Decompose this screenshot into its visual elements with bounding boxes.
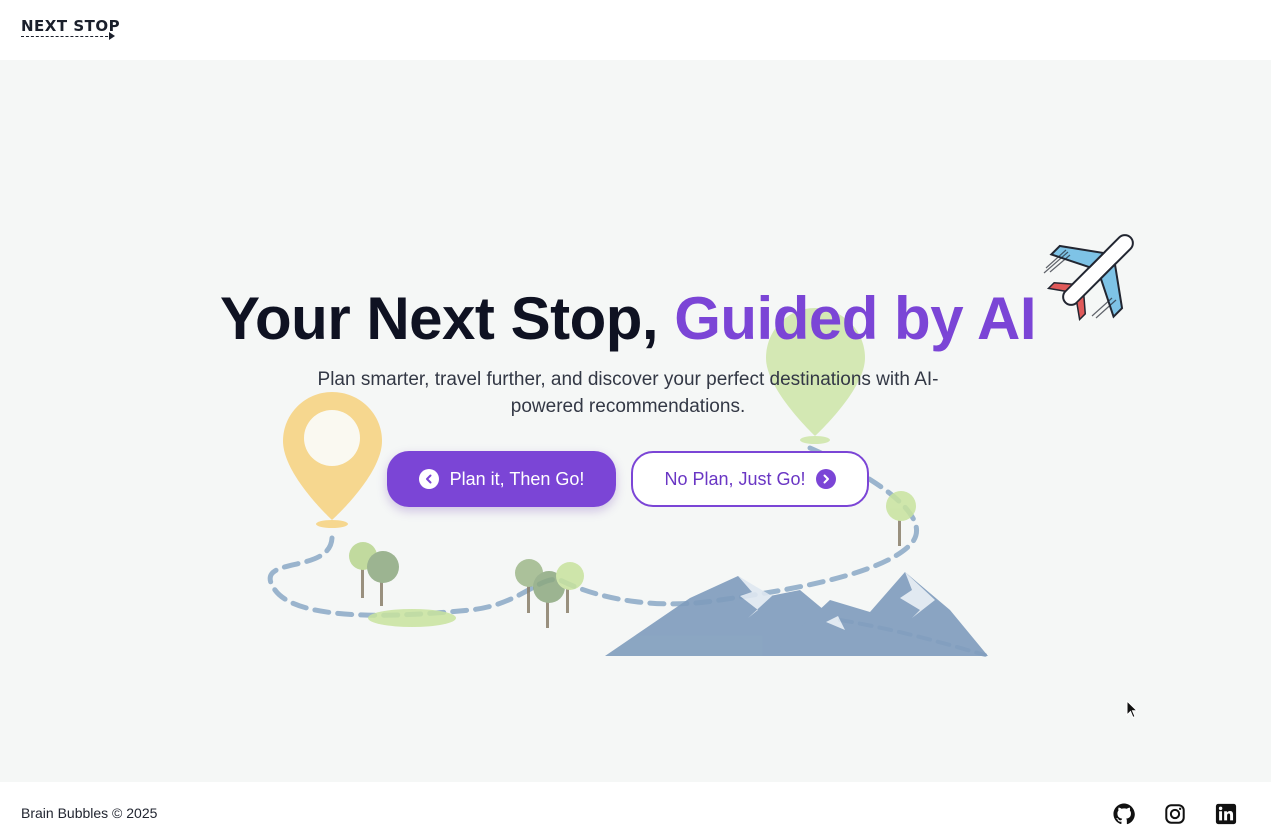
- header: NEXT STOP: [0, 0, 1271, 60]
- hero-title-main: Your Next Stop,: [219, 285, 675, 352]
- copyright-text: Brain Bubbles © 2025: [21, 805, 158, 821]
- logo-text: NEXT STOP: [21, 17, 121, 35]
- plan-it-button[interactable]: Plan it, Then Go!: [387, 451, 616, 507]
- mountains-icon: [605, 572, 988, 656]
- linkedin-icon[interactable]: [1215, 803, 1237, 825]
- hero-title-accent: Guided by AI: [674, 285, 1037, 352]
- tree-right-icon: [886, 491, 916, 546]
- hero-title: Your Next Stop, Guided by AI: [0, 283, 1256, 355]
- mouse-cursor-icon: [1126, 700, 1139, 719]
- bush-icon: [368, 609, 456, 627]
- dashed-trail-lower: [838, 618, 987, 657]
- chevron-right-icon: [815, 469, 836, 489]
- plan-it-button-label: Plan it, Then Go!: [449, 468, 585, 489]
- logo-arrow-icon: [109, 32, 115, 40]
- footer: Brain Bubbles © 2025: [0, 782, 1271, 840]
- hero-illustration: [267, 234, 1134, 657]
- trees-middle-icon: [515, 559, 584, 628]
- instagram-icon[interactable]: [1164, 803, 1186, 825]
- no-plan-button[interactable]: No Plan, Just Go!: [631, 451, 869, 507]
- logo-dashed-line: [21, 36, 113, 37]
- chevron-left-icon: [418, 469, 439, 489]
- trees-left-icon: [349, 542, 399, 606]
- github-icon[interactable]: [1113, 803, 1135, 825]
- logo[interactable]: NEXT STOP: [21, 15, 121, 41]
- hero-subtitle: Plan smarter, travel further, and discov…: [317, 369, 939, 417]
- no-plan-button-label: No Plan, Just Go!: [664, 468, 806, 489]
